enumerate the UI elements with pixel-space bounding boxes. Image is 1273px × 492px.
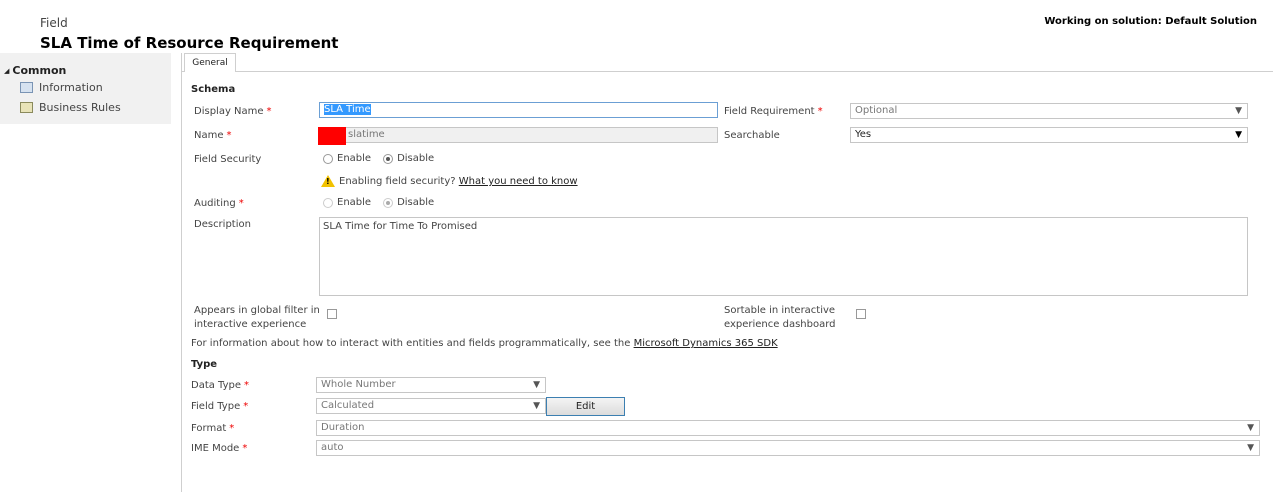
left-navigation: ◢ Common Information Business Rules	[0, 53, 171, 124]
nav-group-label: Common	[12, 64, 67, 77]
chevron-down-icon: ▼	[533, 401, 540, 411]
display-name-input[interactable]: SLA Time	[319, 102, 718, 118]
radio-label: Enable	[337, 153, 372, 164]
page-title: SLA Time of Resource Requirement	[40, 34, 339, 52]
required-icon: *	[243, 401, 249, 412]
entity-type-label: Field	[40, 16, 68, 30]
field-security-label: Field Security	[194, 154, 262, 165]
ime-mode-select[interactable]: auto ▼	[316, 440, 1260, 456]
required-icon: *	[238, 198, 244, 209]
field-security-warning: ! Enabling field security? What you need …	[321, 175, 578, 187]
name-label: Name *	[194, 130, 232, 141]
solution-indicator: Working on solution: Default Solution	[1044, 16, 1257, 27]
required-icon: *	[226, 130, 232, 141]
sortable-checkbox[interactable]	[856, 309, 866, 319]
chevron-down-icon: ▼	[1235, 106, 1242, 116]
name-input: slatime	[319, 127, 718, 143]
field-type-select[interactable]: Calculated ▼	[316, 398, 546, 414]
information-icon	[20, 82, 33, 93]
edit-button[interactable]: Edit	[546, 397, 625, 416]
field-requirement-label: Field Requirement *	[724, 106, 823, 117]
what-you-need-to-know-link[interactable]: What you need to know	[459, 176, 578, 187]
required-icon: *	[266, 106, 272, 117]
description-label: Description	[194, 219, 251, 230]
format-label: Format *	[191, 423, 235, 434]
field-requirement-select[interactable]: Optional ▼	[850, 103, 1248, 119]
chevron-down-icon: ▼	[1247, 423, 1254, 433]
collapse-icon: ◢	[4, 67, 10, 75]
nav-item-label: Information	[39, 81, 103, 94]
nav-item-business-rules[interactable]: Business Rules	[20, 101, 121, 114]
sdk-link[interactable]: Microsoft Dynamics 365 SDK	[634, 338, 778, 349]
auditing-enable-radio[interactable]	[323, 197, 333, 208]
searchable-select[interactable]: Yes ▼	[850, 127, 1248, 143]
tab-general[interactable]: General	[184, 53, 236, 72]
searchable-label: Searchable	[724, 130, 780, 141]
radio-label: Disable	[397, 153, 435, 164]
sortable-label: Sortable in interactive experience dashb…	[724, 305, 836, 330]
global-filter-checkbox[interactable]	[327, 309, 337, 319]
field-security-radio-group: Enable Disable	[323, 153, 446, 165]
nav-item-information[interactable]: Information	[20, 81, 103, 94]
auditing-label: Auditing *	[194, 198, 244, 209]
radio-label: Disable	[397, 197, 435, 208]
auditing-disable-radio[interactable]	[383, 197, 394, 208]
required-icon: *	[244, 380, 250, 391]
format-select[interactable]: Duration ▼	[316, 420, 1260, 436]
field-security-disable-radio[interactable]	[383, 153, 394, 164]
data-type-select[interactable]: Whole Number ▼	[316, 377, 546, 393]
nav-group-common[interactable]: ◢ Common	[4, 64, 66, 77]
required-icon: *	[229, 423, 235, 434]
business-rules-icon	[20, 102, 33, 113]
ime-mode-label: IME Mode *	[191, 443, 248, 454]
sdk-info-text: For information about how to interact wi…	[191, 338, 778, 349]
global-filter-label: Appears in global filter in interactive …	[194, 305, 320, 330]
required-icon: *	[817, 106, 823, 117]
field-type-label: Field Type *	[191, 401, 249, 412]
tab-strip-divider	[182, 71, 1273, 72]
display-name-label: Display Name *	[194, 106, 272, 117]
warning-icon: !	[321, 175, 335, 187]
redaction-mark	[318, 127, 346, 145]
chevron-down-icon: ▼	[1247, 443, 1254, 453]
radio-label: Enable	[337, 197, 372, 208]
auditing-radio-group: Enable Disable	[323, 197, 446, 209]
type-section-heading: Type	[191, 359, 218, 370]
required-icon: *	[242, 443, 248, 454]
field-security-enable-radio[interactable]	[323, 153, 333, 164]
chevron-down-icon: ▼	[533, 380, 540, 390]
data-type-label: Data Type *	[191, 380, 250, 391]
chevron-down-icon: ▼	[1235, 130, 1242, 140]
description-textarea[interactable]: SLA Time for Time To Promised	[319, 217, 1248, 296]
nav-item-label: Business Rules	[39, 101, 121, 114]
schema-section-heading: Schema	[191, 84, 236, 95]
